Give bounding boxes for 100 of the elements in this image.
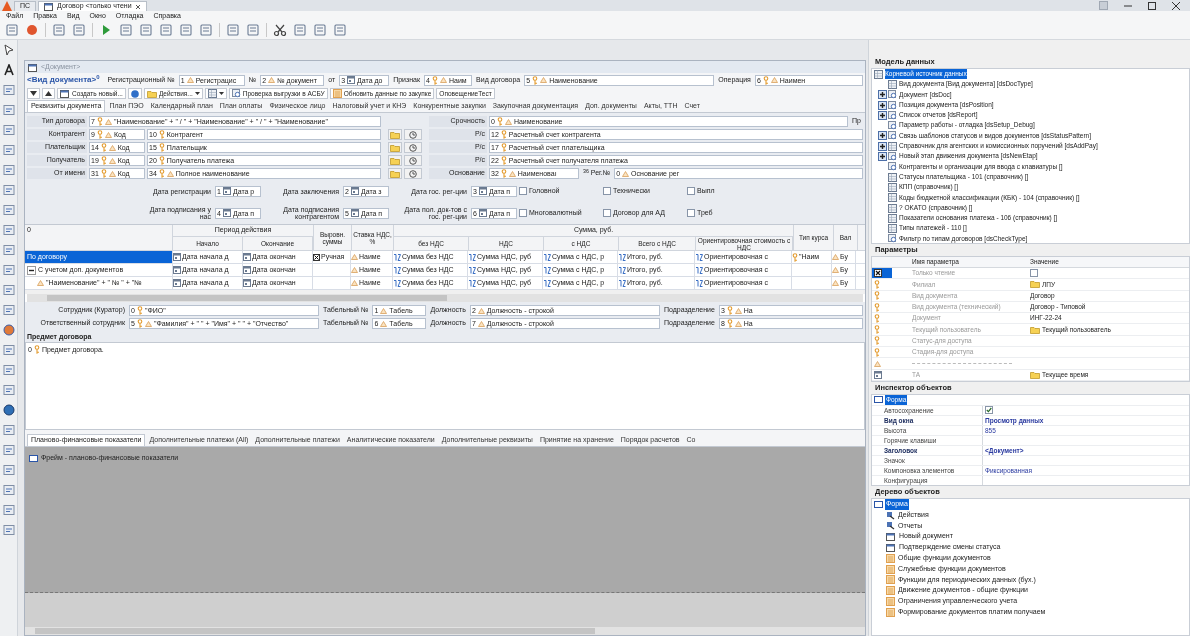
key-icon: [726, 306, 733, 315]
calendar-icon: [478, 187, 487, 195]
folder-icon: [1030, 370, 1040, 379]
table-icon: [207, 89, 217, 98]
app-icon: [1099, 1, 1108, 10]
history-button[interactable]: [404, 129, 422, 140]
numeric-icon: [695, 266, 703, 274]
folder-button[interactable]: [388, 155, 402, 166]
numeric-icon: [543, 279, 551, 287]
window-icon: [886, 543, 896, 553]
calendar-icon: [350, 209, 359, 217]
numeric-icon: [695, 279, 703, 287]
expand-icon[interactable]: [877, 131, 887, 141]
expand-icon[interactable]: [877, 141, 887, 151]
triangle-icon: [268, 77, 276, 83]
document-type-title: <Вид документа>$^{0}$: [27, 74, 101, 86]
table-icon: [888, 193, 897, 203]
tool-icon[interactable]: [2, 404, 15, 416]
actions-icon: [886, 521, 895, 531]
window-icon: [886, 532, 896, 542]
checkbox[interactable]: [687, 187, 695, 195]
folder-button[interactable]: [388, 168, 402, 179]
numeric-icon: [543, 266, 551, 274]
numeric-icon: [393, 253, 401, 261]
calendar-icon: [478, 209, 487, 217]
module-icon: [886, 607, 895, 617]
key-icon: [158, 156, 165, 165]
key-icon: [726, 319, 733, 328]
form-icon: [874, 396, 883, 404]
table-icon: [874, 69, 883, 79]
query-icon: [888, 110, 897, 120]
checkbox[interactable]: [1030, 269, 1038, 278]
key-icon: [158, 143, 165, 152]
key-icon: [158, 130, 165, 139]
key-icon: [500, 156, 507, 165]
query-icon: [888, 152, 897, 161]
clock-icon: [409, 156, 417, 165]
checkbox[interactable]: [519, 209, 527, 217]
history-button[interactable]: [404, 155, 422, 166]
table-icon: [888, 224, 897, 234]
query-icon: [231, 89, 241, 98]
calendar-icon: [347, 76, 356, 84]
triangle-icon: [144, 320, 152, 327]
triangle-icon: [508, 170, 516, 177]
info-icon: [130, 89, 139, 98]
table-icon: [888, 79, 897, 89]
history-button[interactable]: [404, 168, 422, 179]
table-icon: [888, 203, 897, 213]
table-icon: [888, 172, 897, 182]
checkbox[interactable]: [603, 187, 611, 195]
checkbox[interactable]: [985, 406, 993, 415]
checkbox[interactable]: [519, 187, 527, 195]
form-toolbar-button[interactable]: [42, 88, 55, 99]
key-icon: [158, 169, 165, 178]
form-icon: [29, 454, 38, 462]
numeric-icon: [393, 279, 401, 287]
calendar-icon: [874, 370, 882, 379]
row-selector[interactable]: [872, 268, 892, 279]
history-button[interactable]: [404, 142, 422, 153]
key-icon: [136, 306, 143, 315]
checkbox[interactable]: [687, 209, 695, 217]
tool-icon[interactable]: [2, 64, 15, 76]
form-icon: [874, 500, 883, 508]
numeric-icon: [543, 253, 551, 261]
calendar-icon: [222, 187, 231, 195]
key-icon: [136, 319, 143, 328]
maximize-icon[interactable]: [1148, 1, 1156, 10]
key-icon: [500, 130, 507, 139]
expand-icon[interactable]: [877, 90, 887, 100]
table-icon: [888, 182, 897, 192]
module-icon: [886, 553, 895, 563]
triangle-icon: [540, 77, 548, 83]
dropdown-caret-icon: [194, 92, 200, 95]
scrollbar[interactable]: [27, 294, 863, 302]
caret-up-icon: [45, 91, 52, 96]
folder-icon: [146, 89, 157, 98]
triangle-icon: [166, 170, 174, 177]
triangle-icon: [37, 280, 44, 286]
query-icon: [888, 131, 897, 141]
checkbox[interactable]: [603, 209, 611, 217]
toolbar-icon[interactable]: [273, 23, 287, 37]
expand-icon[interactable]: [877, 110, 887, 120]
key-icon: [100, 143, 107, 152]
expand-icon[interactable]: [877, 152, 887, 161]
form-toolbar-button[interactable]: [27, 88, 40, 99]
scrollbar[interactable]: [25, 627, 865, 635]
numeric-icon: [468, 266, 476, 274]
tool-icon[interactable]: [2, 44, 15, 56]
close-icon[interactable]: [1172, 1, 1180, 10]
query-icon: [888, 100, 897, 110]
key-icon: [496, 117, 503, 126]
triangle-icon: [439, 77, 447, 83]
module-icon: [886, 575, 895, 585]
folder-button[interactable]: [388, 142, 402, 153]
clock-icon: [409, 143, 417, 152]
folder-button[interactable]: [388, 129, 402, 140]
close-icon[interactable]: [134, 3, 141, 10]
clock-icon: [409, 169, 417, 178]
expand-icon[interactable]: [877, 100, 887, 110]
collapse-icon[interactable]: [27, 265, 36, 275]
